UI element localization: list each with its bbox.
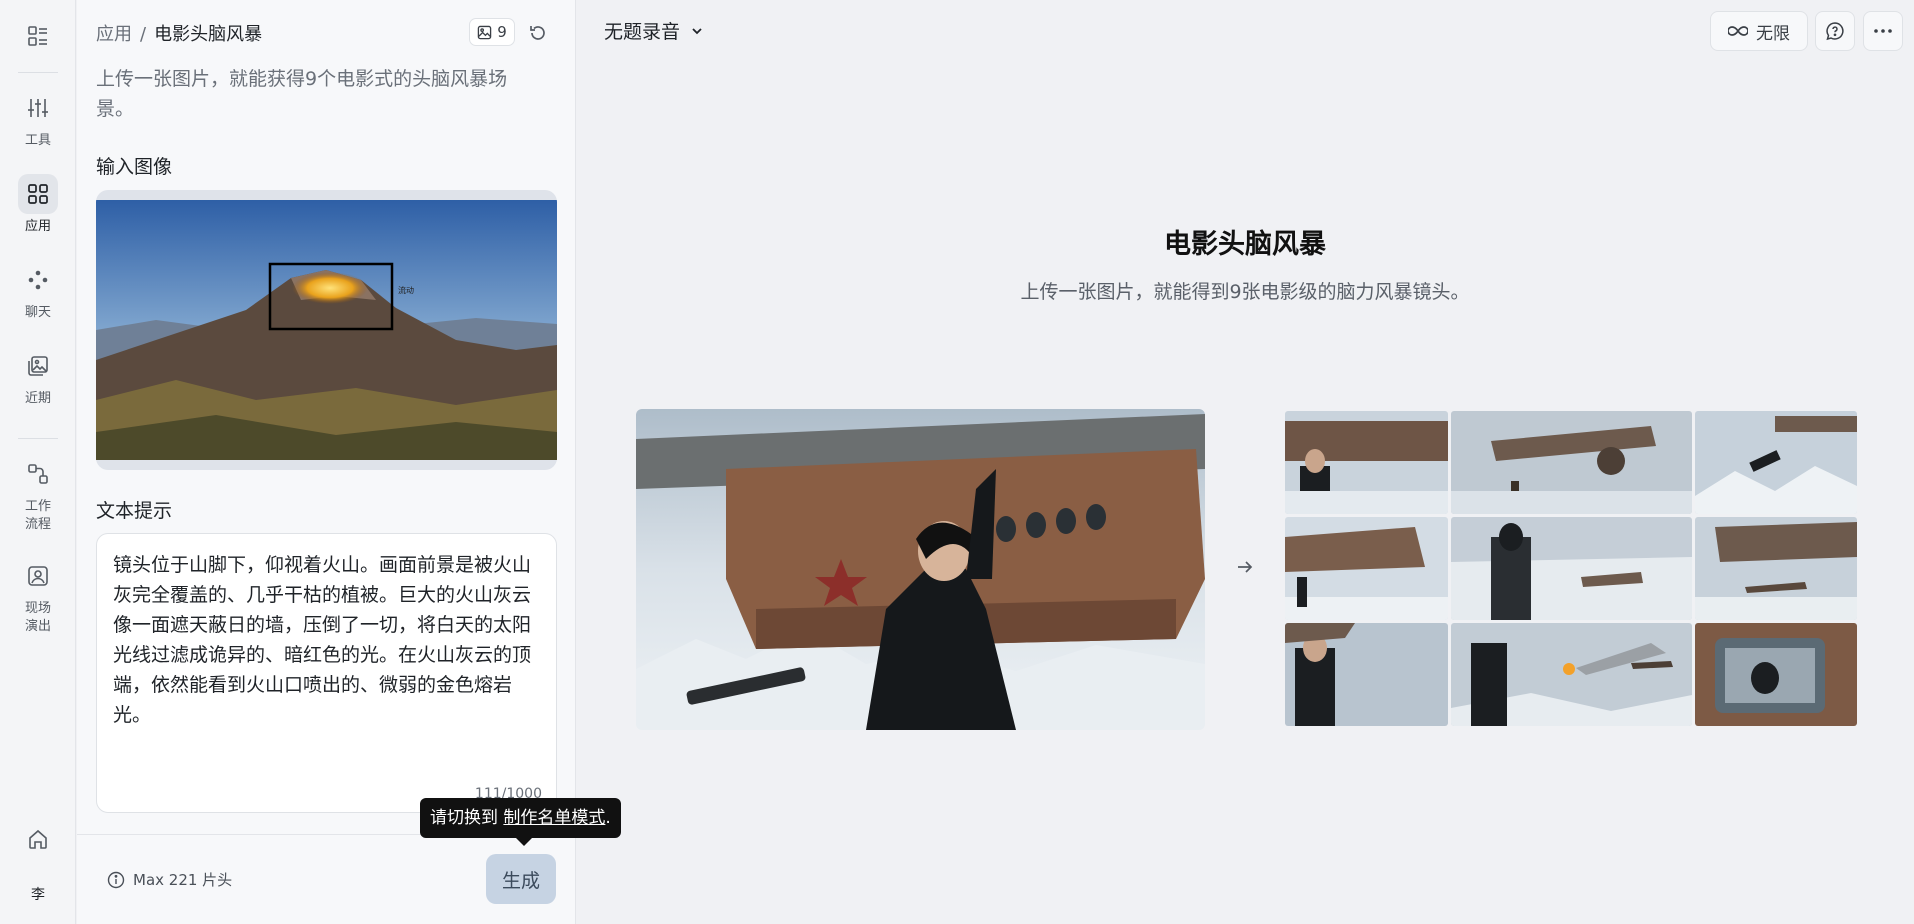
sidebar-item-chat[interactable]: 聊天 bbox=[0, 260, 76, 322]
text-prompt-label: 文本提示 bbox=[96, 500, 173, 522]
app-description: 上传一张图片，就能获得9个电影式的头脑风暴场景。 bbox=[96, 68, 508, 120]
sidebar-item-recent[interactable]: 近期 bbox=[0, 346, 76, 408]
tooltip-arrow bbox=[515, 837, 533, 846]
breadcrumb: 应用 / 电影头脑风暴 bbox=[96, 20, 262, 46]
feedback-button[interactable] bbox=[1815, 11, 1855, 51]
sidebar-item-label: 工作 bbox=[24, 499, 51, 514]
breadcrumb-root-link[interactable]: 应用 bbox=[96, 24, 132, 45]
sidebar-toggle-icon bbox=[18, 16, 58, 56]
reset-button[interactable] bbox=[525, 20, 551, 46]
sidebar-item-tools[interactable]: 工具 bbox=[0, 88, 76, 150]
credits-mode-tooltip: 请切换到 制作名单模式. bbox=[420, 798, 621, 846]
sidebar-item-label: 工具 bbox=[24, 133, 51, 148]
tooltip-suffix: . bbox=[605, 808, 611, 828]
sidebar-item-label: 流程 bbox=[24, 517, 51, 532]
output-frame-5 bbox=[1451, 517, 1692, 620]
output-frame-4 bbox=[1285, 517, 1448, 620]
output-frame-6 bbox=[1695, 517, 1857, 620]
output-frame-3 bbox=[1695, 411, 1857, 514]
input-image-label: 输入图像 bbox=[96, 156, 173, 178]
more-options-button[interactable] bbox=[1863, 11, 1903, 51]
rail-divider bbox=[18, 438, 58, 439]
apps-grid-icon bbox=[18, 174, 58, 214]
output-frame-1 bbox=[1285, 411, 1448, 514]
image-count: 9 bbox=[497, 23, 507, 41]
sidebar-item-label: 近期 bbox=[24, 391, 51, 406]
live-portrait-icon bbox=[18, 556, 58, 596]
home-icon bbox=[18, 819, 58, 859]
output-frame-9 bbox=[1695, 623, 1857, 726]
app-panel: 应用 / 电影头脑风暴 9 上传一张图片，就能获得9个电影式的头脑风暴场景。 输入图… bbox=[77, 0, 576, 924]
breadcrumb-separator: / bbox=[140, 24, 147, 45]
home-button[interactable] bbox=[0, 819, 76, 859]
more-horizontal-icon bbox=[1874, 29, 1892, 33]
max-info-text: Max 221 片头 bbox=[133, 871, 233, 889]
chat-help-icon bbox=[1826, 22, 1844, 41]
left-rail: 工具 应用 聊天 近期 工作 流程 现场 演出 李 bbox=[0, 0, 76, 924]
example-output-grid bbox=[1285, 411, 1857, 726]
avatar[interactable]: 李 bbox=[0, 884, 76, 904]
input-image-preview: 流动 bbox=[96, 200, 557, 460]
output-frame-8 bbox=[1451, 623, 1692, 726]
image-icon bbox=[477, 25, 492, 39]
session-title-dropdown[interactable]: 无题录音 bbox=[604, 17, 704, 44]
session-title: 无题录音 bbox=[604, 21, 681, 43]
hero-title: 电影头脑风暴 bbox=[1164, 229, 1326, 260]
unlimited-button[interactable]: 无限 bbox=[1710, 11, 1808, 51]
input-image-card[interactable]: 流动 bbox=[96, 190, 557, 470]
tooltip-prefix: 请切换到 bbox=[430, 808, 504, 828]
prompt-textarea[interactable]: 镜头位于山脚下，仰视着火山。画面前景是被火山灰完全覆盖的、几乎干枯的植被。巨大的… bbox=[96, 533, 557, 813]
breadcrumb-current: 电影头脑风暴 bbox=[154, 24, 263, 45]
recent-images-icon bbox=[18, 346, 58, 386]
annotation-label: 流动 bbox=[398, 285, 414, 295]
sidebar-item-workflow[interactable]: 工作 流程 bbox=[0, 454, 76, 534]
sidebar-item-label: 应用 bbox=[24, 219, 51, 234]
chat-dots-icon bbox=[18, 260, 58, 300]
output-frame-7 bbox=[1285, 623, 1448, 726]
output-frame-2 bbox=[1451, 411, 1692, 514]
generate-button[interactable]: 生成 bbox=[486, 854, 556, 904]
prompt-text-value[interactable]: 镜头位于山脚下，仰视着火山。画面前景是被火山灰完全覆盖的、几乎干枯的植被。巨大的… bbox=[113, 550, 541, 730]
unlimited-label: 无限 bbox=[1756, 23, 1790, 44]
arrow-right-icon bbox=[1238, 561, 1253, 573]
workflow-icon bbox=[18, 454, 58, 494]
refresh-icon bbox=[530, 26, 545, 40]
image-count-badge[interactable]: 9 bbox=[469, 18, 515, 46]
sliders-icon bbox=[18, 88, 58, 128]
example-input-image bbox=[636, 409, 1205, 730]
rail-divider bbox=[18, 72, 58, 73]
sidebar-item-live[interactable]: 现场 演出 bbox=[0, 556, 76, 636]
sidebar-item-label: 现场 bbox=[24, 601, 51, 616]
infinity-icon bbox=[1728, 26, 1748, 36]
sidebar-item-label: 聊天 bbox=[24, 305, 51, 320]
hero-subtitle: 上传一张图片，就能得到9张电影级的脑力风暴镜头。 bbox=[1020, 281, 1470, 303]
sidebar-toggle-button[interactable] bbox=[0, 16, 76, 56]
chevron-down-icon bbox=[692, 27, 702, 34]
sidebar-item-apps[interactable]: 应用 bbox=[0, 174, 76, 236]
sidebar-item-label: 演出 bbox=[24, 619, 51, 634]
info-icon bbox=[107, 871, 125, 888]
max-info[interactable]: Max 221 片头 bbox=[107, 869, 232, 890]
credits-mode-link[interactable]: 制作名单模式 bbox=[503, 808, 605, 828]
